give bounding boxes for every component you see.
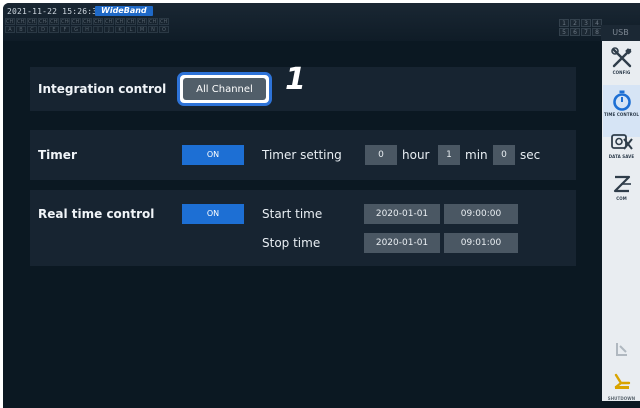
page-indicator-cell: 3 [581, 19, 591, 27]
stop-time-label: Stop time [262, 236, 321, 250]
start-time-label: Start time [262, 207, 323, 221]
channel-status-cell: CH2 [16, 18, 26, 25]
sec-unit-label: sec [520, 148, 541, 162]
page-indicator-cell: 2 [570, 19, 580, 27]
channel-status-cell: CH13 [137, 18, 147, 25]
screen-frame: 2021-11-22 15:26:30 WideBand CH1CH2CH3CH… [3, 3, 640, 408]
date-time: 2021-11-22 15:26:30 [7, 7, 103, 16]
wrench-screwdriver-icon [610, 47, 632, 68]
channel-status-cell: E [49, 26, 59, 33]
integration-control-label: Integration control [38, 82, 167, 96]
timer-min-field[interactable]: 1 [438, 145, 460, 165]
page-indicator-cell: 5 [559, 28, 569, 36]
step-number-badge: 1 [285, 62, 306, 97]
real-time-control-label: Real time control [38, 207, 155, 221]
channel-status-cell: N [148, 26, 158, 33]
all-channel-highlight: All Channel [177, 72, 272, 106]
status-bar: 2021-11-22 15:26:30 WideBand CH1CH2CH3CH… [3, 3, 640, 41]
all-channel-button[interactable]: All Channel [183, 78, 266, 100]
wideband-badge: WideBand [95, 6, 153, 16]
channel-status-cell: CH12 [126, 18, 136, 25]
shutdown-icon [614, 373, 630, 389]
channel-status-cell: B [16, 26, 26, 33]
channel-status-cell: CH11 [115, 18, 125, 25]
channel-status-cell: J [104, 26, 114, 33]
sidebar-caption-time-control: TIME CONTROL [604, 112, 639, 117]
channel-status-cell: CH7 [71, 18, 81, 25]
channel-status-cell: L [126, 26, 136, 33]
usb-indicator: USB [601, 25, 640, 41]
channel-status-cell: G [71, 26, 81, 33]
sidebar-caption-config: CONFIG [612, 70, 631, 75]
min-unit-label: min [465, 148, 488, 162]
channel-status-cell: I [93, 26, 103, 33]
sidebar-item-com[interactable]: COM [603, 169, 640, 221]
channel-status-cell: O [159, 26, 169, 33]
real-time-on-toggle[interactable]: ON [182, 204, 244, 224]
data-save-icon [610, 134, 633, 150]
channel-status-grid: CH1CH2CH3CH4CH5CH6CH7CH8CH9CH10CH11CH12C… [5, 18, 169, 33]
page-indicator-grid: 12345678 [559, 19, 602, 36]
sidebar-caption-com: COM [616, 196, 627, 201]
channel-status-cell: CH10 [104, 18, 114, 25]
page-indicator-cell: 6 [570, 28, 580, 36]
page-indicator-cell: 1 [559, 19, 569, 27]
channel-status-cell: CH4 [38, 18, 48, 25]
timer-sec-field[interactable]: 0 [493, 145, 515, 165]
hour-unit-label: hour [402, 148, 430, 162]
channel-status-cell: CH5 [49, 18, 59, 25]
channel-status-cell: CH9 [93, 18, 103, 25]
channel-status-cell: CH3 [27, 18, 37, 25]
stop-date-field[interactable]: 2020-01-01 [364, 233, 440, 253]
start-date-field[interactable]: 2020-01-01 [364, 204, 440, 224]
com-icon [613, 175, 631, 193]
channel-status-cell: A [5, 26, 15, 33]
channel-status-cell: D [38, 26, 48, 33]
start-clock-field[interactable]: 09:00:00 [444, 204, 518, 224]
channel-status-cell: CH1 [5, 18, 15, 25]
real-time-control-row: Real time control ON Start time 2020-01-… [30, 190, 576, 266]
timer-row: Timer ON Timer setting 0 hour 1 min 0 se… [30, 130, 576, 180]
channel-status-cell: CH8 [82, 18, 92, 25]
hold-icon [615, 343, 627, 356]
channel-status-cell: C [27, 26, 37, 33]
timer-label: Timer [38, 148, 77, 162]
channel-status-cell: CH6 [60, 18, 70, 25]
stopwatch-icon [612, 90, 631, 111]
sidebar-item-hold[interactable] [603, 339, 640, 375]
timer-setting-label: Timer setting [262, 148, 342, 162]
channel-status-cell: K [115, 26, 125, 33]
sidebar-caption-shutdown: SHUTDOWN [607, 396, 636, 401]
timer-hour-field[interactable]: 0 [365, 145, 397, 165]
stop-clock-field[interactable]: 09:01:00 [444, 233, 518, 253]
timer-on-toggle[interactable]: ON [182, 145, 244, 165]
sidebar-item-shutdown[interactable]: SHUTDOWN [603, 371, 640, 407]
channel-status-cell: CH14 [148, 18, 158, 25]
sidebar-caption-data-save: DATA SAVE [608, 154, 635, 159]
channel-status-cell: M [137, 26, 147, 33]
channel-status-cell: F [60, 26, 70, 33]
page-indicator-cell: 7 [581, 28, 591, 36]
channel-status-cell: H [82, 26, 92, 33]
channel-status-cell: CH15 [159, 18, 169, 25]
